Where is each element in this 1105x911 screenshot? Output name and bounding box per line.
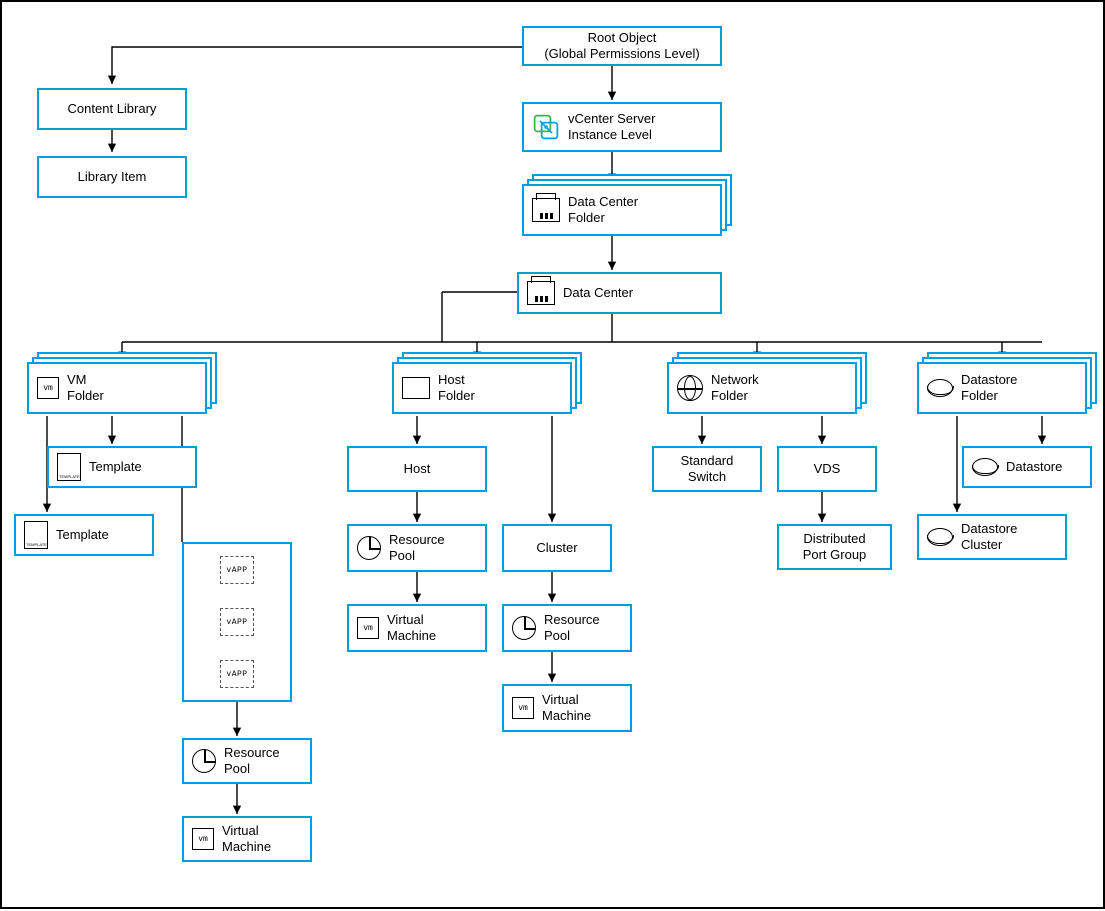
label: Network Folder (711, 372, 759, 403)
vapp-icon: vAPP (220, 660, 254, 688)
template-icon (57, 453, 81, 481)
node-vcenter-server: vCenter Server Instance Level (522, 102, 722, 152)
node-data-center: Data Center (517, 272, 722, 314)
vm-icon: vm (512, 697, 534, 719)
node-datastore-folder: Datastore Folder (917, 362, 1087, 414)
node-host-folder: Host Folder (392, 362, 572, 414)
vapp-icon: vAPP (220, 556, 254, 584)
label: Data Center (563, 285, 633, 301)
vm-icon: vm (37, 377, 59, 399)
label: Template (56, 527, 109, 543)
label: Resource Pool (224, 745, 280, 776)
node-vm-virtual-machine: vm Virtual Machine (182, 816, 312, 862)
resource-pool-icon (357, 536, 381, 560)
resource-pool-icon (192, 749, 216, 773)
vsphere-inventory-hierarchy-diagram: Root Object (Global Permissions Level) C… (0, 0, 1105, 909)
node-cluster-virtual-machine: vm Virtual Machine (502, 684, 632, 732)
node-vapp-container: vAPP vAPP vAPP (182, 542, 292, 702)
node-root-object: Root Object (Global Permissions Level) (522, 26, 722, 66)
node-vds: VDS (777, 446, 877, 492)
vm-icon: vm (192, 828, 214, 850)
label: VM Folder (67, 372, 104, 403)
node-host-resource-pool: Resource Pool (347, 524, 487, 572)
node-template-inner: Template (47, 446, 197, 488)
vcenter-icon (532, 113, 560, 141)
datacenter-icon (532, 198, 560, 222)
label: Virtual Machine (542, 692, 591, 723)
template-icon (24, 521, 48, 549)
node-distributed-port-group: Distributed Port Group (777, 524, 892, 570)
node-cluster: Cluster (502, 524, 612, 572)
label: Datastore Cluster (961, 521, 1017, 552)
label: vCenter Server Instance Level (568, 111, 655, 142)
label: Library Item (78, 169, 147, 185)
node-host-virtual-machine: vm Virtual Machine (347, 604, 487, 652)
label: Host (404, 461, 431, 477)
datastore-icon (927, 379, 953, 397)
datastore-icon (972, 458, 998, 476)
label: Root Object (Global Permissions Level) (544, 30, 699, 61)
node-data-center-folder: Data Center Folder (522, 184, 722, 236)
label: Resource Pool (544, 612, 600, 643)
node-network-folder: Network Folder (667, 362, 857, 414)
node-cluster-resource-pool: Resource Pool (502, 604, 632, 652)
label: Datastore Folder (961, 372, 1017, 403)
node-library-item: Library Item (37, 156, 187, 198)
label: Data Center Folder (568, 194, 638, 225)
node-host: Host (347, 446, 487, 492)
node-vm-folder: vm VM Folder (27, 362, 207, 414)
node-template-outer: Template (14, 514, 154, 556)
label: Content Library (68, 101, 157, 117)
node-datastore-cluster: Datastore Cluster (917, 514, 1067, 560)
vapp-icon: vAPP (220, 608, 254, 636)
label: Template (89, 459, 142, 475)
label: Cluster (536, 540, 577, 556)
label: VDS (814, 461, 841, 477)
network-icon (677, 375, 703, 401)
datastore-icon (927, 528, 953, 546)
label: Distributed Port Group (803, 531, 867, 562)
label: Resource Pool (389, 532, 445, 563)
vm-icon: vm (357, 617, 379, 639)
node-standard-switch: Standard Switch (652, 446, 762, 492)
label: Host Folder (438, 372, 475, 403)
datacenter-icon (527, 281, 555, 305)
label: Virtual Machine (222, 823, 271, 854)
node-content-library: Content Library (37, 88, 187, 130)
resource-pool-icon (512, 616, 536, 640)
label: Standard Switch (681, 453, 734, 484)
label: Virtual Machine (387, 612, 436, 643)
node-vm-resource-pool: Resource Pool (182, 738, 312, 784)
label: Datastore (1006, 459, 1062, 475)
host-icon (402, 377, 430, 399)
node-datastore: Datastore (962, 446, 1092, 488)
